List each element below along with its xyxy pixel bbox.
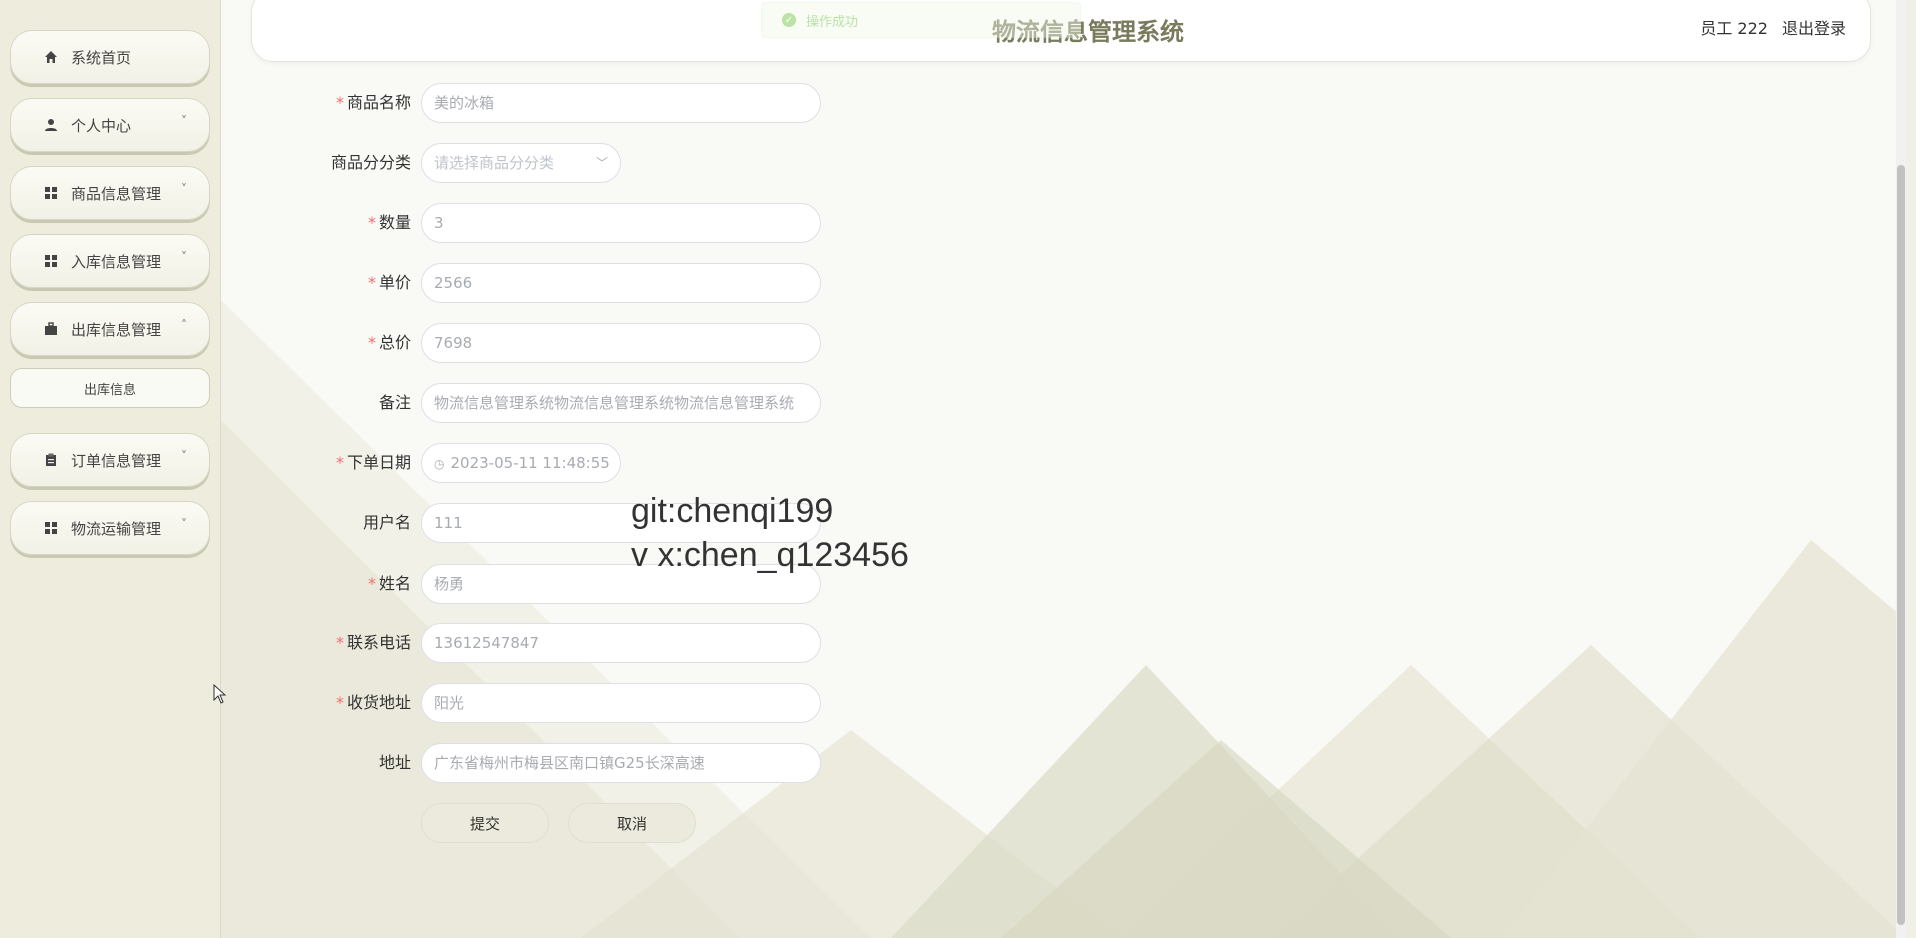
field-label: 地址 xyxy=(378,753,411,772)
field-label: 备注 xyxy=(378,393,411,412)
main-content: 物流信息管理系统 员工 222 退出登录 ✓ 操作成功 * 商品名称 美的冰箱 商… xyxy=(221,0,1906,938)
sidebar-item-personal[interactable]: 个人中心 ˅ xyxy=(10,98,210,152)
user-icon xyxy=(43,117,59,133)
field-label: 商品分分类 xyxy=(330,153,411,172)
sidebar-item-label: 入库信息管理 xyxy=(71,252,162,271)
watermark-line-2: v x:chen_q123456 xyxy=(631,536,909,574)
logout-link[interactable]: 退出登录 xyxy=(1782,15,1846,39)
date-value: 2023-05-11 11:48:55 xyxy=(450,454,610,472)
chevron-up-icon: ˄ xyxy=(181,318,187,332)
grid-icon xyxy=(43,520,59,536)
sidebar-subitem-outbound-info[interactable]: 出库信息 xyxy=(10,368,210,408)
sidebar-item-home[interactable]: 系统首页 xyxy=(10,30,210,84)
sidebar-item-logistics[interactable]: 物流运输管理 ˅ xyxy=(10,501,210,555)
order-date-picker[interactable]: ◷ 2023-05-11 11:48:55 xyxy=(421,443,621,483)
field-label: 姓名 xyxy=(378,574,411,593)
field-label: 收货地址 xyxy=(346,693,411,712)
select-placeholder: 请选择商品分分类 xyxy=(434,154,555,172)
sidebar-item-inbound[interactable]: 入库信息管理 ˅ xyxy=(10,234,210,288)
grid-icon xyxy=(43,253,59,269)
check-icon: ✓ xyxy=(782,13,796,27)
cancel-button[interactable]: 取消 xyxy=(568,803,696,843)
product-name-input[interactable]: 美的冰箱 xyxy=(421,83,821,123)
home-icon xyxy=(43,49,59,65)
briefcase-icon xyxy=(43,321,59,337)
field-label: 单价 xyxy=(378,273,411,292)
chevron-down-icon: ﹀ xyxy=(595,156,608,170)
watermark-line-1: git:chenqi199 xyxy=(631,492,834,530)
chevron-down-icon: ˅ xyxy=(181,517,187,531)
field-label: 联系电话 xyxy=(346,633,411,652)
category-select[interactable]: 请选择商品分分类 ﹀ xyxy=(421,143,621,183)
chevron-down-icon: ˅ xyxy=(181,182,187,196)
field-label: 商品名称 xyxy=(346,93,411,112)
field-label: 数量 xyxy=(378,213,411,232)
sidebar-item-label: 个人中心 xyxy=(71,116,132,135)
sidebar-item-label: 系统首页 xyxy=(71,48,132,67)
field-label: 用户名 xyxy=(362,513,411,532)
success-toast: ✓ 操作成功 xyxy=(761,2,1081,38)
field-label: 总价 xyxy=(378,333,411,352)
chevron-down-icon: ˅ xyxy=(181,449,187,463)
sidebar-item-label: 订单信息管理 xyxy=(71,451,162,470)
mouse-cursor-icon xyxy=(213,684,227,704)
sidebar-item-products[interactable]: 商品信息管理 ˅ xyxy=(10,166,210,220)
total-price-input[interactable]: 7698 xyxy=(421,323,821,363)
ship-address-input[interactable]: 阳光 xyxy=(421,683,821,723)
sidebar-item-outbound[interactable]: 出库信息管理 ˄ xyxy=(10,302,210,356)
sidebar-item-label: 商品信息管理 xyxy=(71,184,162,203)
clock-icon: ◷ xyxy=(434,457,445,471)
field-label: 下单日期 xyxy=(346,453,411,472)
sidebar-item-orders[interactable]: 订单信息管理 ˅ xyxy=(10,433,210,487)
sidebar: 系统首页 个人中心 ˅ 商品信息管理 ˅ 入库信息管理 ˅ 出库信息管理 ˄ 出… xyxy=(0,0,221,938)
grid-icon xyxy=(43,185,59,201)
clipboard-icon xyxy=(43,452,59,468)
sidebar-item-label: 物流运输管理 xyxy=(71,519,162,538)
user-info: 员工 222 退出登录 xyxy=(1700,15,1846,39)
remark-input[interactable]: 物流信息管理系统物流信息管理系统物流信息管理系统 xyxy=(421,383,821,423)
scrollbar[interactable] xyxy=(1896,0,1906,938)
chevron-down-icon: ˅ xyxy=(181,250,187,264)
address-input[interactable]: 广东省梅州市梅县区南口镇G25长深高速 xyxy=(421,743,821,783)
submit-button[interactable]: 提交 xyxy=(421,803,549,843)
toast-message: 操作成功 xyxy=(806,14,859,30)
chevron-down-icon: ˅ xyxy=(181,114,187,128)
sidebar-item-label: 出库信息管理 xyxy=(71,320,162,339)
scrollbar-thumb[interactable] xyxy=(1897,165,1905,925)
user-name: 员工 222 xyxy=(1700,19,1768,38)
unit-price-input[interactable]: 2566 xyxy=(421,263,821,303)
phone-input[interactable]: 13612547847 xyxy=(421,623,821,663)
quantity-input[interactable]: 3 xyxy=(421,203,821,243)
